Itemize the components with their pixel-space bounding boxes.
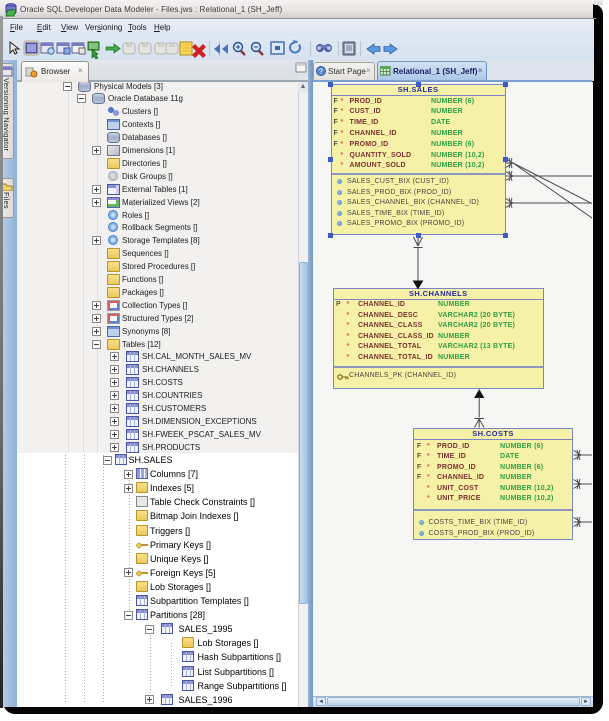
svg-text:?: ? bbox=[319, 69, 323, 76]
